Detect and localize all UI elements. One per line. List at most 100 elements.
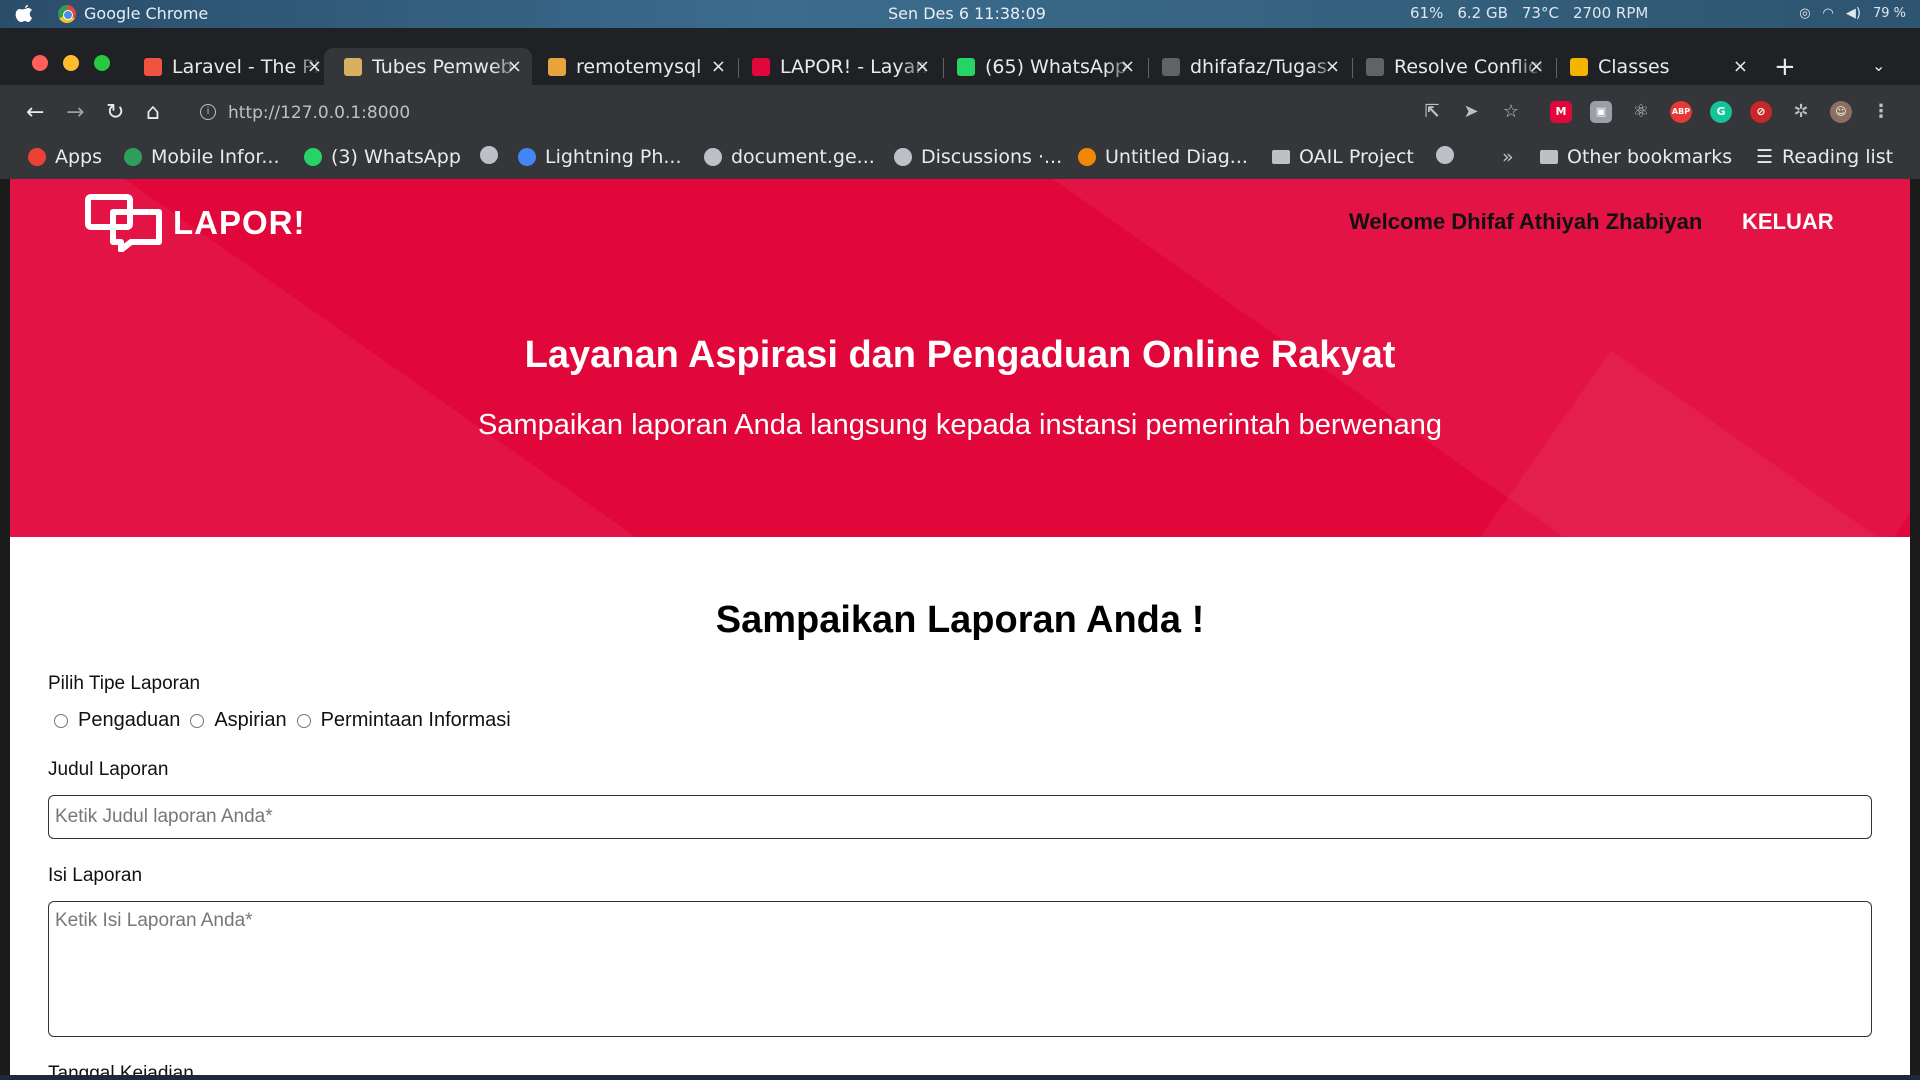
report-content-label: Isi Laporan [48, 865, 143, 886]
bookmark-favicon-icon [518, 148, 536, 166]
bookmark-label: OAIL Project [1299, 146, 1414, 168]
reading-list-icon: ☰ [1756, 146, 1774, 168]
profile-avatar[interactable]: ☺ [1830, 101, 1852, 123]
window-close-button[interactable] [32, 55, 48, 71]
radio-label-permintaan-informasi[interactable]: Permintaan Informasi [321, 709, 511, 732]
bookmark-star-icon[interactable]: ☆ [1500, 101, 1522, 123]
lapor-logo[interactable]: LAPOR! [85, 194, 306, 252]
bookmark-label: Apps [55, 146, 103, 168]
tab-close-icon[interactable]: × [1325, 56, 1340, 77]
wifi-icon[interactable]: ◠ [1823, 6, 1834, 21]
more-bookmarks-chevron[interactable]: » [1502, 146, 1514, 168]
tab-close-icon[interactable]: × [1529, 56, 1544, 77]
back-arrow-icon[interactable]: ← [26, 100, 44, 125]
forward-arrow-icon[interactable]: → [66, 100, 84, 125]
chrome-icon [58, 5, 76, 23]
window-minimize-button[interactable] [63, 55, 79, 71]
browser-tab[interactable]: dhifafaz/Tugas × [1150, 48, 1350, 85]
bookmark-item[interactable]: Apps [28, 146, 102, 168]
bookmark-favicon-icon [1078, 148, 1096, 166]
battery-level[interactable]: 79 % [1873, 6, 1906, 21]
form-title: Sampaikan Laporan Anda ! [715, 599, 1205, 641]
radio-aspirian[interactable] [190, 713, 205, 728]
tab-favicon-icon [752, 57, 770, 76]
window-maximize-button[interactable] [94, 55, 110, 71]
radio-permintaan-informasi[interactable] [296, 713, 311, 728]
bookmark-item[interactable]: OAIL Project [1272, 146, 1414, 168]
tab-close-icon[interactable]: × [915, 56, 930, 77]
site-info-icon[interactable]: i [200, 104, 216, 120]
send-icon[interactable]: ➤ [1460, 101, 1482, 123]
bookmark-item[interactable]: Mobile Infor... [124, 146, 280, 168]
browser-tab[interactable]: LAPOR! - Layanan× [740, 48, 940, 85]
bookmark-favicon-icon [480, 146, 498, 164]
new-tab-button[interactable]: + [1774, 52, 1796, 82]
tab-separator [1556, 58, 1557, 78]
adblock-icon[interactable]: ABP [1670, 101, 1692, 123]
other-bookmarks-folder[interactable]: Other bookmarks [1540, 146, 1732, 168]
bookmark-favicon-icon [304, 148, 322, 166]
report-title-input[interactable]: Ketik Judul laporan Anda* [48, 795, 1872, 839]
browser-tab[interactable]: remotemysql × [536, 48, 736, 85]
tab-title: dhifafaz/Tugas [1190, 55, 1327, 78]
system-clock[interactable]: Sen Des 6 11:38:09 [888, 4, 1046, 23]
tab-separator [943, 58, 944, 78]
extension-red-icon[interactable]: M [1550, 101, 1572, 123]
reading-list-label: Reading list [1782, 146, 1894, 168]
logout-link[interactable]: KELUAR [1742, 209, 1834, 235]
browser-tab[interactable]: Classes × [1558, 48, 1758, 85]
browser-tab[interactable]: Tubes Pemweb × [324, 48, 532, 85]
radio-label-pengaduan[interactable]: Pengaduan [78, 709, 180, 732]
reading-list-button[interactable]: ☰ Reading list [1756, 146, 1893, 168]
browser-tab[interactable]: (65) WhatsApp × [945, 48, 1145, 85]
tab-close-icon[interactable]: × [507, 56, 522, 77]
system-tray: ◎ ◠ ◀) 79 % [1799, 6, 1906, 21]
bookmark-item[interactable]: document.ge... [704, 146, 875, 168]
lapor-logo-text: LAPOR! [173, 204, 306, 241]
bookmark-item[interactable]: (3) WhatsApp [304, 146, 461, 168]
bookmark-item[interactable] [1436, 146, 1463, 164]
bookmark-item[interactable] [480, 146, 507, 164]
browser-tab[interactable]: Resolve Conflicts × [1354, 48, 1554, 85]
hero-title: Layanan Aspirasi dan Pengaduan Online Ra… [524, 334, 1396, 376]
radio-label-aspirian[interactable]: Aspirian [214, 709, 286, 732]
tab-close-icon[interactable]: × [307, 56, 322, 77]
page-viewport: LAPOR! Welcome Dhifaf Athiyah Zhabiyan K… [10, 179, 1910, 1075]
tab-close-icon[interactable]: × [711, 56, 726, 77]
home-icon[interactable]: ⌂ [146, 100, 160, 125]
tab-title: Classes [1598, 55, 1670, 78]
grammarly-icon[interactable]: G [1710, 101, 1732, 123]
tab-close-icon[interactable]: × [1120, 56, 1135, 77]
react-devtools-icon[interactable]: ⚛ [1630, 101, 1652, 123]
report-type-label: Pilih Tipe Laporan [48, 673, 201, 694]
tab-title: Laravel - The PHP Framework [172, 55, 322, 78]
other-bookmarks-label: Other bookmarks [1567, 146, 1733, 168]
extension-page-icon[interactable]: ▣ [1590, 101, 1612, 123]
active-app-name[interactable]: Google Chrome [84, 4, 208, 23]
bookmark-item[interactable]: Lightning Ph... [518, 146, 682, 168]
address-url[interactable]: http://127.0.0.1:8000 [228, 103, 410, 123]
volume-icon[interactable]: ◀) [1846, 6, 1861, 21]
blocker-icon[interactable]: ⊘ [1750, 101, 1772, 123]
tab-close-icon[interactable]: × [1733, 56, 1748, 77]
report-content-textarea[interactable]: Ketik Isi Laporan Anda* [48, 901, 1872, 1037]
tab-title: Tubes Pemweb [372, 55, 513, 78]
bookmark-item[interactable]: Untitled Diag... [1078, 146, 1248, 168]
tab-search-chevron-icon[interactable]: ⌄ [1872, 56, 1885, 75]
browser-tab[interactable]: Laravel - The PHP Framework× [132, 48, 332, 85]
open-in-app-icon[interactable]: ⇱ [1421, 101, 1443, 123]
radio-pengaduan[interactable] [54, 713, 68, 728]
bookmark-item[interactable]: Discussions ·... [894, 146, 1062, 168]
bookmark-favicon-icon [124, 148, 142, 166]
bookmark-favicon-icon [704, 148, 722, 166]
reload-icon[interactable]: ↻ [106, 100, 124, 125]
bookmark-label: Mobile Infor... [151, 146, 280, 168]
report-type-radio-group: Pengaduan Aspirian Permintaan Informasi [54, 709, 521, 732]
hero-banner: LAPOR! Welcome Dhifaf Athiyah Zhabiyan K… [10, 179, 1910, 537]
chrome-menu-icon[interactable]: ⋮ [1870, 101, 1892, 123]
extensions-puzzle-icon[interactable]: ✲ [1790, 101, 1812, 123]
welcome-user-text: Welcome Dhifaf Athiyah Zhabiyan [1349, 209, 1703, 234]
accessibility-icon[interactable]: ◎ [1799, 6, 1810, 21]
address-bar[interactable]: i http://127.0.0.1:8000 [188, 96, 1428, 130]
apple-icon[interactable] [14, 3, 34, 25]
